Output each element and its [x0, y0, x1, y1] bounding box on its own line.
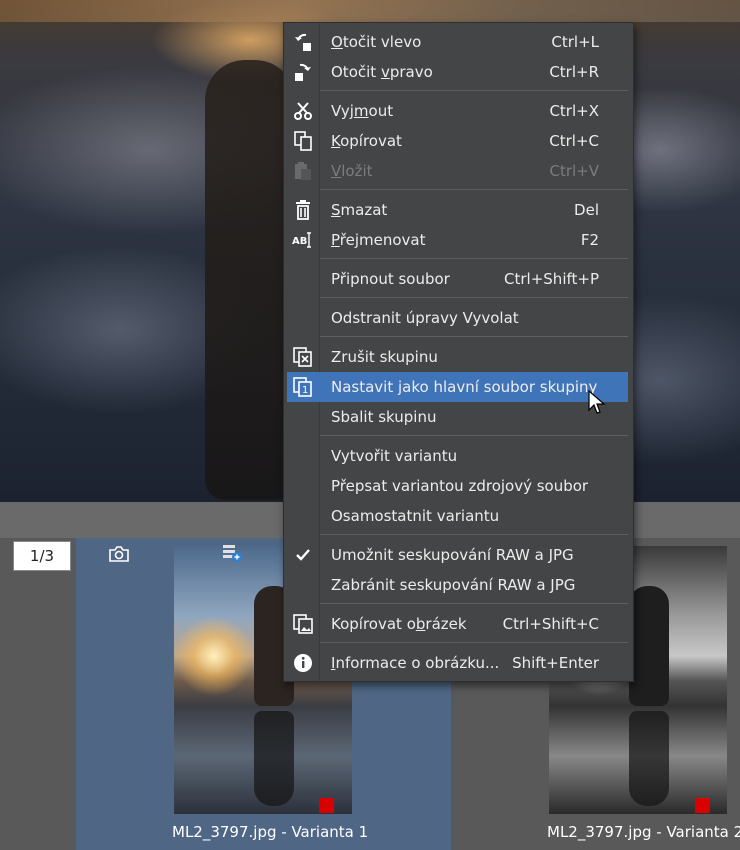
svg-text:1: 1 [302, 385, 308, 396]
menu-item-overwrite-source[interactable]: Přepsat variantou zdrojový soubor [284, 471, 633, 501]
menu-item-ungroup[interactable]: Zrušit skupinu [284, 342, 633, 372]
menu-item-copy[interactable]: Kopírovat Ctrl+C [284, 126, 633, 156]
camera-icon [109, 546, 129, 562]
menu-separator [320, 258, 628, 259]
menu-separator [320, 90, 628, 91]
color-label-red [695, 798, 710, 813]
menu-separator [320, 642, 628, 643]
menu-item-rotate-right[interactable]: Otočit vpravo Ctrl+R [284, 57, 633, 87]
menu-item-create-variant[interactable]: Vytvořit variantu [284, 441, 633, 471]
mouse-cursor-icon [588, 390, 606, 414]
copy-image-icon [292, 613, 314, 635]
menu-item-collapse-group[interactable]: Sbalit skupinu [284, 402, 633, 432]
paste-icon [292, 160, 314, 182]
trash-icon [292, 199, 314, 221]
menu-item-rename[interactable]: AB Přejmenovat F2 [284, 225, 633, 255]
color-label-red [319, 798, 334, 813]
menu-item-image-info[interactable]: Informace o obrázku... Shift+Enter [284, 648, 633, 678]
thumbnail-label: ML2_3797.jpg - Varianta 1 [172, 823, 369, 841]
menu-item-cut[interactable]: Vyjmout Ctrl+X [284, 96, 633, 126]
menu-item-set-group-main[interactable]: 1 Nastavit jako hlavní soubor skupiny [287, 372, 628, 402]
menu-separator [320, 603, 628, 604]
menu-separator [320, 189, 628, 190]
menu-item-pin-file[interactable]: Připnout soubor Ctrl+Shift+P [284, 264, 633, 294]
menu-item-remove-develop-edits[interactable]: Odstranit úpravy Vyvolat [284, 303, 633, 333]
thumbnail-label: ML2_3797.jpg - Varianta 2 [547, 823, 740, 841]
image-counter: 1/3 [13, 541, 71, 571]
svg-text:AB: AB [292, 236, 307, 247]
rotate-right-icon [292, 61, 314, 83]
context-menu: Otočit vlevo Ctrl+L Otočit vpravo Ctrl+R… [283, 22, 634, 682]
scissors-icon [292, 100, 314, 122]
menu-item-allow-raw-jpg-grouping[interactable]: Umožnit seskupování RAW a JPG [284, 540, 633, 570]
menu-separator [320, 435, 628, 436]
menu-separator [320, 534, 628, 535]
menu-separator [320, 297, 628, 298]
group-main-icon: 1 [292, 376, 314, 398]
checkmark-icon [292, 544, 314, 566]
menu-item-paste: Vložit Ctrl+V [284, 156, 633, 186]
menu-item-detach-variant[interactable]: Osamostatnit variantu [284, 501, 633, 531]
copy-icon [292, 130, 314, 152]
variant-stack-icon [223, 545, 242, 562]
person-reflection [205, 60, 295, 500]
menu-separator [320, 336, 628, 337]
menu-item-delete[interactable]: Smazat Del [284, 195, 633, 225]
menu-item-copy-image[interactable]: Kopírovat obrázek Ctrl+Shift+C [284, 609, 633, 639]
info-icon [292, 652, 314, 674]
rotate-left-icon [292, 31, 314, 53]
menu-item-rotate-left[interactable]: Otočit vlevo Ctrl+L [284, 27, 633, 57]
ungroup-icon [292, 346, 314, 368]
rename-icon: AB [292, 229, 314, 251]
menu-item-prevent-raw-jpg-grouping[interactable]: Zabránit seskupování RAW a JPG [284, 570, 633, 600]
